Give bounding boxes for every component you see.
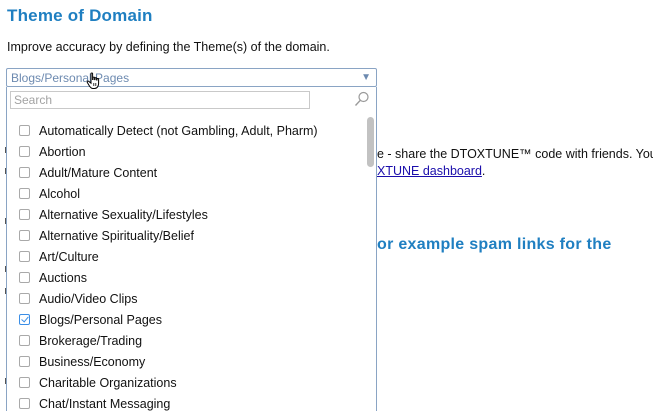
theme-option-label: Audio/Video Clips [39, 291, 138, 306]
theme-option-label: Alcohol [39, 186, 80, 201]
checkbox[interactable] [19, 167, 30, 178]
theme-option[interactable]: Alternative Sexuality/Lifestyles [7, 204, 362, 225]
theme-option[interactable]: Alternative Spirituality/Belief [7, 225, 362, 246]
checkbox[interactable] [19, 377, 30, 388]
theme-option-list: Automatically Detect (not Gambling, Adul… [7, 120, 362, 411]
background-text-tail: . [481, 164, 486, 178]
theme-option-label: Auctions [39, 270, 87, 285]
theme-option-label: Abortion [39, 144, 86, 159]
checkbox[interactable] [19, 230, 30, 241]
checkbox[interactable] [19, 209, 30, 220]
theme-option[interactable]: Art/Culture [7, 246, 362, 267]
theme-select[interactable]: Blogs/Personal Pages ▼ [6, 68, 377, 87]
background-text-line-2: XTUNE dashboard. [377, 164, 485, 178]
checkbox[interactable] [19, 188, 30, 199]
theme-select-value: Blogs/Personal Pages [11, 71, 130, 85]
theme-option-label: Business/Economy [39, 354, 146, 369]
theme-option-label: Automatically Detect (not Gambling, Adul… [39, 123, 318, 138]
theme-option[interactable]: Adult/Mature Content [7, 162, 362, 183]
search-icon[interactable] [354, 91, 370, 107]
theme-option-label: Chat/Instant Messaging [39, 396, 171, 411]
theme-option-label: Art/Culture [39, 249, 99, 264]
theme-option-label: Alternative Spirituality/Belief [39, 228, 194, 243]
background-section-heading: or example spam links for the [377, 236, 612, 253]
theme-option[interactable]: Charitable Organizations [7, 372, 362, 393]
chevron-down-icon[interactable]: ▼ [361, 72, 371, 83]
checkbox[interactable] [19, 293, 30, 304]
theme-option-label: Adult/Mature Content [39, 165, 158, 180]
theme-option[interactable]: Brokerage/Trading [7, 330, 362, 351]
page-description: Improve accuracy by defining the Theme(s… [7, 40, 330, 54]
checkbox-checked[interactable] [19, 314, 30, 325]
checkbox[interactable] [19, 272, 30, 283]
dashboard-link[interactable]: XTUNE dashboard [377, 164, 482, 178]
checkbox[interactable] [19, 125, 30, 136]
theme-option-label: Charitable Organizations [39, 375, 177, 390]
checkbox[interactable] [19, 251, 30, 262]
theme-option[interactable]: Business/Economy [7, 351, 362, 372]
theme-option[interactable]: Auctions [7, 267, 362, 288]
theme-option[interactable]: Chat/Instant Messaging [7, 393, 362, 411]
checkbox[interactable] [19, 356, 30, 367]
hand-cursor-icon [86, 72, 100, 89]
background-text-line: e - share the DTOXTUNE™ code with friend… [377, 147, 653, 161]
theme-option[interactable]: Blogs/Personal Pages [7, 309, 362, 330]
theme-option[interactable]: Automatically Detect (not Gambling, Adul… [7, 120, 362, 141]
theme-option[interactable]: Audio/Video Clips [7, 288, 362, 309]
theme-dropdown-panel: Automatically Detect (not Gambling, Adul… [6, 87, 377, 411]
page-title: Theme of Domain [7, 6, 153, 25]
checkbox[interactable] [19, 146, 30, 157]
page: Theme of Domain Improve accuracy by defi… [0, 0, 653, 411]
checkbox[interactable] [19, 398, 30, 409]
scrollbar-thumb[interactable] [367, 117, 374, 167]
search-input[interactable] [10, 91, 310, 109]
theme-option-label: Alternative Sexuality/Lifestyles [39, 207, 208, 222]
theme-option-label: Blogs/Personal Pages [39, 312, 162, 327]
theme-option[interactable]: Abortion [7, 141, 362, 162]
theme-option[interactable]: Alcohol [7, 183, 362, 204]
checkbox[interactable] [19, 335, 30, 346]
theme-option-label: Brokerage/Trading [39, 333, 143, 348]
